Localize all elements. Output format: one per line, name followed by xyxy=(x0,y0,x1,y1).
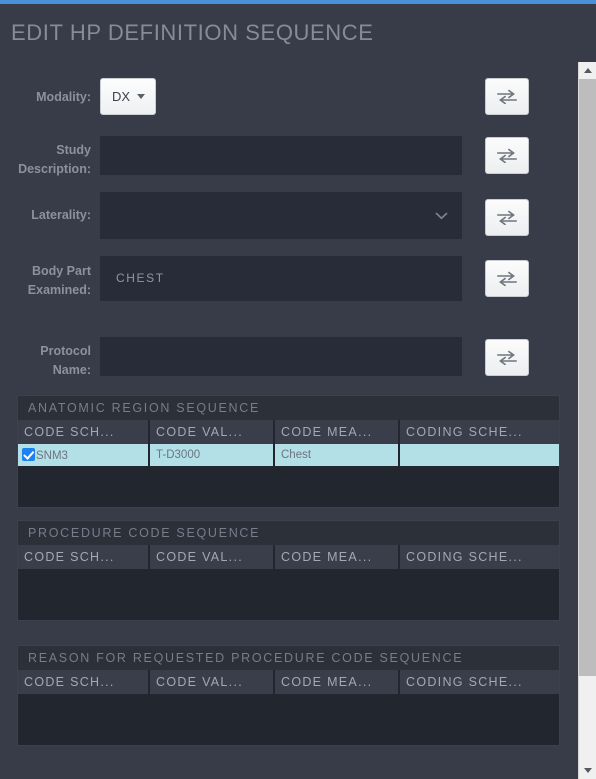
vertical-scrollbar[interactable] xyxy=(578,62,596,779)
page-title: EDIT HP DEFINITION SEQUENCE xyxy=(11,20,374,45)
swap-button-laterality[interactable] xyxy=(485,199,529,236)
panel-title: ANATOMIC REGION SEQUENCE xyxy=(18,396,559,420)
scroll-up-button[interactable] xyxy=(579,62,596,79)
table-empty-area[interactable] xyxy=(18,569,559,620)
chevron-down-icon xyxy=(435,207,448,225)
table-empty-area[interactable] xyxy=(18,694,559,745)
column-header-code-scheme[interactable]: CODE SCH... xyxy=(18,420,150,444)
cell-code-meaning[interactable]: Chest xyxy=(274,444,400,466)
table-empty-area[interactable] xyxy=(18,466,559,506)
laterality-select[interactable] xyxy=(100,192,462,239)
edit-hp-definition-sequence-dialog: EDIT HP DEFINITION SEQUENCE Modality: DX… xyxy=(0,4,578,779)
table-anatomic-region-sequence: CODE SCH... CODE VAL... CODE MEA... CODI… xyxy=(18,420,559,466)
label-laterality: Laterality: xyxy=(31,208,91,222)
swap-horizontal-icon xyxy=(497,350,517,365)
column-header-code-meaning[interactable]: CODE MEA... xyxy=(274,670,400,694)
column-header-code-scheme[interactable]: CODE SCH... xyxy=(18,545,150,569)
column-header-code-scheme[interactable]: CODE SCH... xyxy=(18,670,150,694)
swap-horizontal-icon xyxy=(497,271,517,286)
swap-button-study-description[interactable] xyxy=(485,137,529,174)
column-header-coding-scheme[interactable]: CODING SCHE... xyxy=(399,670,559,694)
swap-horizontal-icon xyxy=(497,148,517,163)
swap-horizontal-icon xyxy=(497,89,517,104)
body-part-examined-input[interactable]: CHEST xyxy=(100,256,462,301)
chevron-up-icon xyxy=(583,68,592,73)
column-header-code-meaning[interactable]: CODE MEA... xyxy=(274,420,400,444)
modality-combobox[interactable]: DX xyxy=(100,78,156,115)
label-modality: Modality: xyxy=(36,90,91,104)
column-header-code-value[interactable]: CODE VAL... xyxy=(149,545,275,569)
label-study-description: Study Description: xyxy=(18,143,91,176)
table-header-row: CODE SCH... CODE VAL... CODE MEA... CODI… xyxy=(18,670,559,694)
label-protocol-name: Protocol Name: xyxy=(40,344,91,377)
protocol-name-input[interactable] xyxy=(100,337,462,376)
cell-code-scheme[interactable]: SNM3 xyxy=(18,444,150,466)
table-header-row: CODE SCH... CODE VAL... CODE MEA... CODI… xyxy=(18,545,559,569)
column-header-code-value[interactable]: CODE VAL... xyxy=(149,670,275,694)
cell-code-value[interactable]: T-D3000 xyxy=(149,444,275,466)
swap-button-body-part-examined[interactable] xyxy=(485,260,529,297)
chevron-down-icon xyxy=(137,94,145,99)
chevron-down-icon xyxy=(583,768,592,773)
row-checkbox[interactable] xyxy=(22,448,35,461)
column-header-coding-scheme[interactable]: CODING SCHE... xyxy=(399,420,559,444)
table-procedure-code-sequence: CODE SCH... CODE VAL... CODE MEA... CODI… xyxy=(18,545,559,569)
cell-coding-scheme[interactable] xyxy=(399,444,559,466)
panel-anatomic-region-sequence: ANATOMIC REGION SEQUENCE CODE SCH... COD… xyxy=(17,395,560,508)
column-header-code-meaning[interactable]: CODE MEA... xyxy=(274,545,400,569)
column-header-code-value[interactable]: CODE VAL... xyxy=(149,420,275,444)
modality-value: DX xyxy=(112,89,131,104)
column-header-coding-scheme[interactable]: CODING SCHE... xyxy=(399,545,559,569)
form-row-laterality: Laterality: xyxy=(0,192,578,239)
table-reason-for-requested-procedure-code-sequence: CODE SCH... CODE VAL... CODE MEA... CODI… xyxy=(18,670,559,694)
cell-value: SNM3 xyxy=(36,450,68,462)
panel-procedure-code-sequence: PROCEDURE CODE SEQUENCE CODE SCH... CODE… xyxy=(17,520,560,621)
label-body-part-examined: Body Part Examined: xyxy=(27,264,91,297)
table-row[interactable]: SNM3 T-D3000 Chest xyxy=(18,444,559,466)
panel-title: PROCEDURE CODE SEQUENCE xyxy=(18,521,559,545)
scrollbar-thumb[interactable] xyxy=(579,79,596,676)
swap-button-protocol-name[interactable] xyxy=(485,339,529,376)
study-description-input[interactable] xyxy=(100,136,462,175)
table-header-row: CODE SCH... CODE VAL... CODE MEA... CODI… xyxy=(18,420,559,444)
panel-reason-for-requested-procedure-code-sequence: REASON FOR REQUESTED PROCEDURE CODE SEQU… xyxy=(17,645,560,746)
panel-title: REASON FOR REQUESTED PROCEDURE CODE SEQU… xyxy=(18,646,559,670)
swap-button-modality[interactable] xyxy=(485,78,529,115)
swap-horizontal-icon xyxy=(497,210,517,225)
scroll-down-button[interactable] xyxy=(579,762,596,779)
